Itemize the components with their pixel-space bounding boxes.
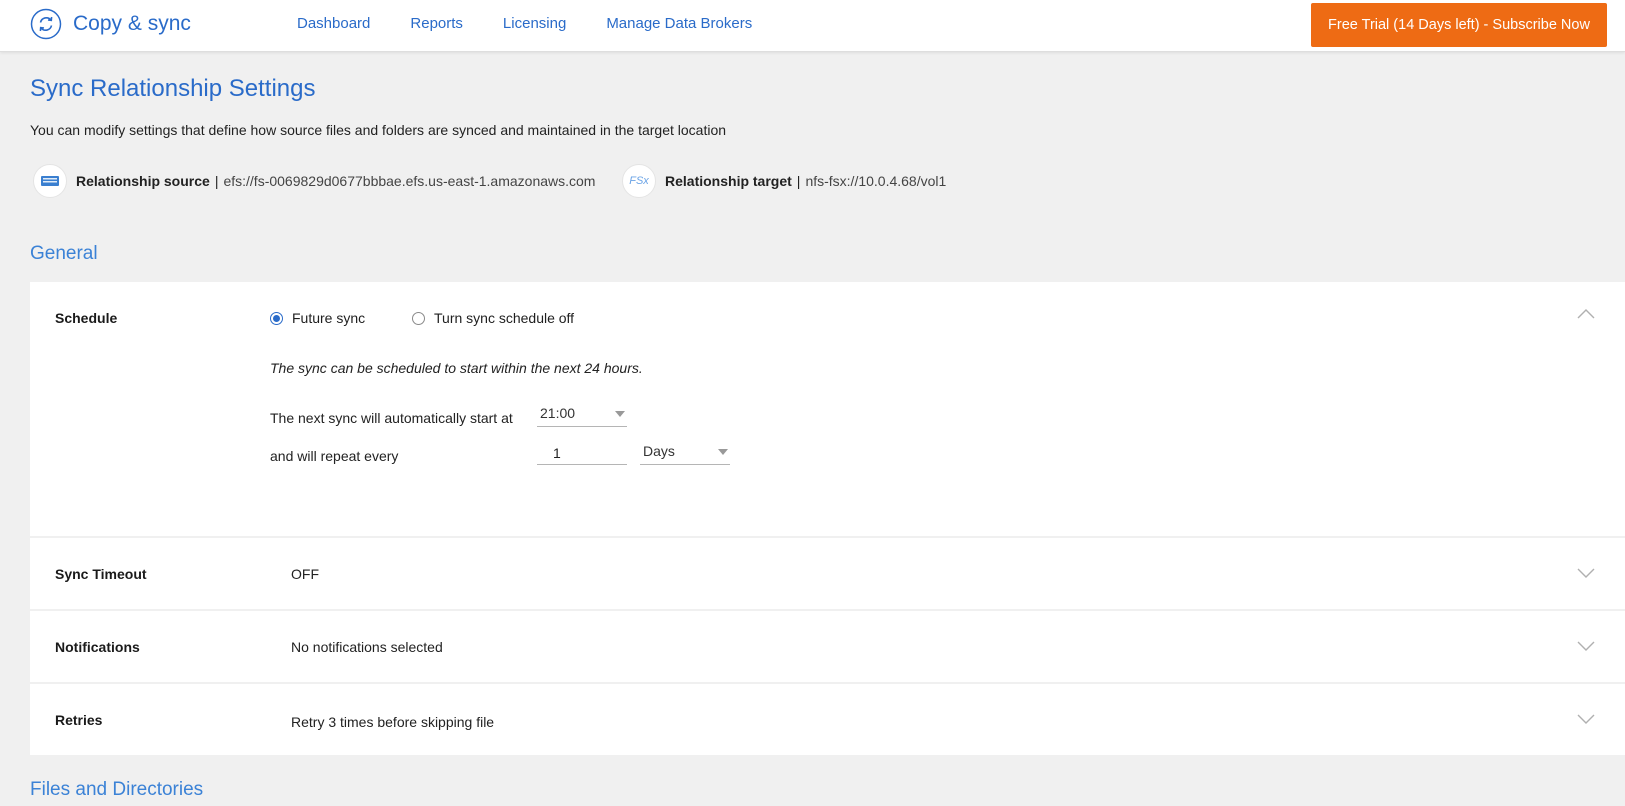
relationship-source: Relationship source | efs://fs-0069829d0… — [33, 164, 595, 198]
radio-sync-off[interactable]: Turn sync schedule off — [412, 310, 574, 326]
radio-sync-off-label: Turn sync schedule off — [434, 310, 575, 326]
repeat-label: and will repeat every — [270, 448, 399, 464]
nav-manage-data-brokers[interactable]: Manage Data Brokers — [606, 15, 752, 32]
retries-value: Retry 3 times before skipping file — [291, 714, 495, 730]
app-name: Copy & sync — [73, 12, 191, 35]
page-title: Sync Relationship Settings — [30, 75, 316, 102]
notifications-row[interactable]: Notifications No notifications selected — [30, 611, 1625, 682]
schedule-label: Schedule — [55, 310, 118, 326]
relationship-target: FSx Relationship target | nfs-fsx://10.0… — [622, 164, 946, 198]
chevron-down-icon — [615, 411, 625, 417]
sync-timeout-value: OFF — [291, 566, 319, 582]
start-time-label: The next sync will automatically start a… — [270, 410, 513, 426]
radio-future-sync-label: Future sync — [292, 310, 366, 326]
chevron-down-icon[interactable] — [1577, 713, 1595, 725]
top-navigation-bar: Copy & sync Dashboard Reports Licensing … — [0, 0, 1625, 52]
schedule-panel: Schedule Future sync Turn sync schedule … — [30, 282, 1625, 536]
repeat-interval-input[interactable] — [537, 441, 627, 465]
radio-sync-off-dot[interactable] — [412, 311, 425, 325]
subscribe-button[interactable]: Free Trial (14 Days left) - Subscribe No… — [1311, 3, 1607, 47]
repeat-unit-select[interactable]: Days — [640, 441, 730, 465]
notifications-value: No notifications selected — [291, 639, 443, 655]
start-time-select[interactable]: 21:00 — [537, 403, 627, 427]
sync-timeout-label: Sync Timeout — [55, 566, 147, 582]
retries-row[interactable]: Retries Retry 3 times before skipping fi… — [30, 684, 1625, 755]
sync-timeout-row[interactable]: Sync Timeout OFF — [30, 538, 1625, 609]
fsx-icon-text: FSx — [629, 175, 649, 187]
retries-label: Retries — [55, 712, 103, 728]
relationship-target-label: Relationship target — [665, 173, 792, 189]
separator: | — [796, 173, 801, 189]
fsx-icon: FSx — [622, 164, 656, 198]
radio-future-sync[interactable]: Future sync — [270, 310, 365, 326]
relationship-source-value: efs://fs-0069829d0677bbbae.efs.us-east-1… — [223, 173, 596, 189]
nav-licensing[interactable]: Licensing — [503, 15, 566, 32]
nav-reports[interactable]: Reports — [410, 15, 463, 32]
notifications-label: Notifications — [55, 639, 140, 655]
relationship-target-value: nfs-fsx://10.0.4.68/vol1 — [805, 173, 947, 189]
chevron-down-icon[interactable] — [1577, 567, 1595, 579]
main-nav: Dashboard Reports Licensing Manage Data … — [297, 15, 792, 32]
relationship-source-label: Relationship source — [76, 173, 210, 189]
chevron-down-icon[interactable] — [1577, 640, 1595, 652]
chevron-down-icon — [718, 449, 728, 455]
efs-storage-icon — [33, 164, 67, 198]
schedule-note: The sync can be scheduled to start withi… — [270, 360, 643, 376]
brand[interactable]: Copy & sync — [30, 8, 191, 40]
radio-future-sync-dot[interactable] — [270, 311, 283, 325]
separator: | — [214, 173, 219, 189]
page-subtitle: You can modify settings that define how … — [30, 122, 727, 138]
section-general-heading: General — [30, 243, 98, 264]
nav-dashboard[interactable]: Dashboard — [297, 15, 370, 32]
start-time-value: 21:00 — [540, 405, 576, 421]
sync-circle-icon — [30, 8, 62, 40]
section-files-heading: Files and Directories — [30, 779, 204, 800]
repeat-unit-value: Days — [643, 443, 675, 459]
chevron-up-icon[interactable] — [1577, 308, 1595, 320]
